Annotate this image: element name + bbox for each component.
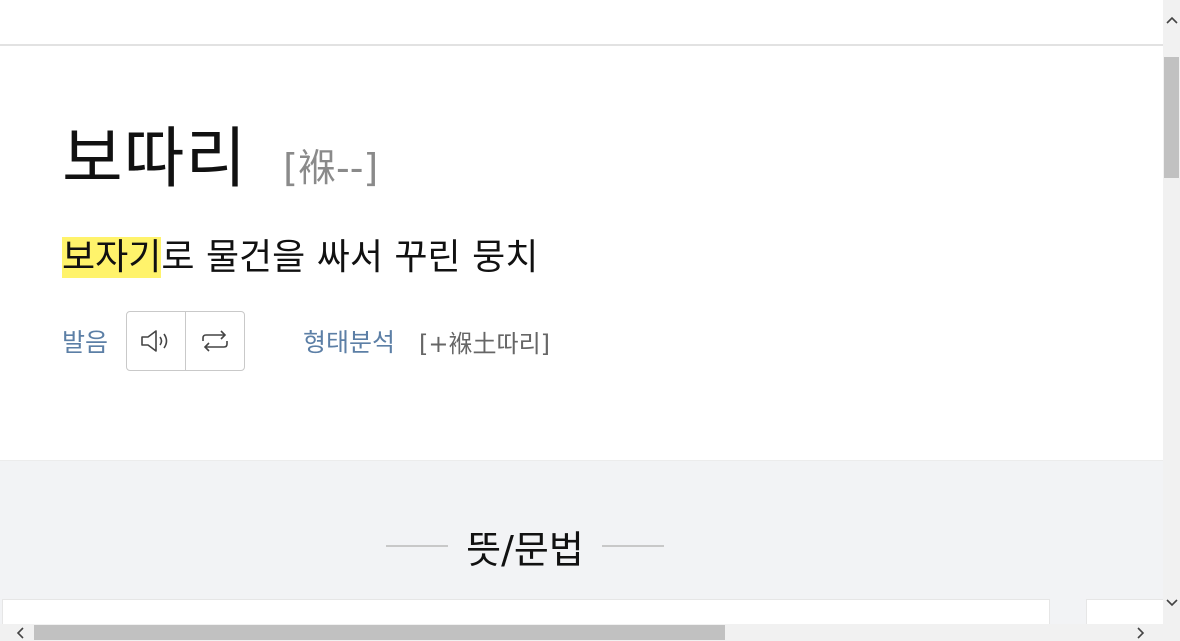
chevron-up-icon <box>1165 16 1178 24</box>
vertical-scroll-thumb[interactable] <box>1164 57 1179 178</box>
scrollbar-corner <box>1163 624 1180 641</box>
scroll-right-button[interactable] <box>1131 624 1151 641</box>
highlighted-word: 보자기 <box>62 237 162 278</box>
repeat-pronunciation-button[interactable] <box>185 312 244 370</box>
scroll-down-button[interactable] <box>1163 588 1180 618</box>
meaning-card <box>2 599 1050 624</box>
section-heading: 뜻/문법 <box>386 521 664 572</box>
horizontal-scroll-thumb[interactable] <box>34 625 725 640</box>
play-pronunciation-button[interactable] <box>127 312 185 370</box>
scroll-left-button[interactable] <box>10 624 30 641</box>
headword-row: 보따리 [褓--] <box>62 126 378 192</box>
side-card <box>1086 599 1163 624</box>
chevron-left-icon <box>16 626 24 639</box>
dictionary-entry: 보따리 [褓--] 보자기로 물건을 싸서 꾸린 뭉치 발음 형태분석 [+褓土… <box>0 46 1163 461</box>
headword: 보따리 <box>62 120 248 197</box>
morphology-value: [+褓土따리] <box>419 329 551 358</box>
meaning-grammar-section: 뜻/문법 <box>0 461 1163 624</box>
vertical-scrollbar[interactable] <box>1163 0 1180 624</box>
definition-text: 로 물건을 싸서 꾸린 뭉치 <box>161 237 539 278</box>
morphology-label: 형태분석 <box>303 328 396 357</box>
chevron-right-icon <box>1137 626 1145 639</box>
top-bar <box>0 0 1163 46</box>
section-title: 뜻/문법 <box>466 527 584 572</box>
pronunciation-label: 발음 <box>62 328 109 357</box>
horizontal-scrollbar[interactable] <box>0 624 1163 641</box>
pronunciation-row: 발음 형태분석 [+褓土따리] <box>62 310 550 372</box>
heading-divider-left <box>386 545 448 547</box>
scroll-up-button[interactable] <box>1163 0 1180 40</box>
hanja-origin: [褓--] <box>283 146 379 190</box>
chevron-down-icon <box>1165 599 1178 607</box>
short-definition: 보자기로 물건을 싸서 꾸린 뭉치 <box>62 234 538 282</box>
repeat-icon <box>202 330 228 352</box>
speaker-icon <box>141 330 168 352</box>
pronunciation-controls <box>126 311 246 371</box>
page-viewport: 보따리 [褓--] 보자기로 물건을 싸서 꾸린 뭉치 발음 형태분석 [+褓土… <box>0 0 1163 624</box>
heading-divider-right <box>602 545 664 547</box>
